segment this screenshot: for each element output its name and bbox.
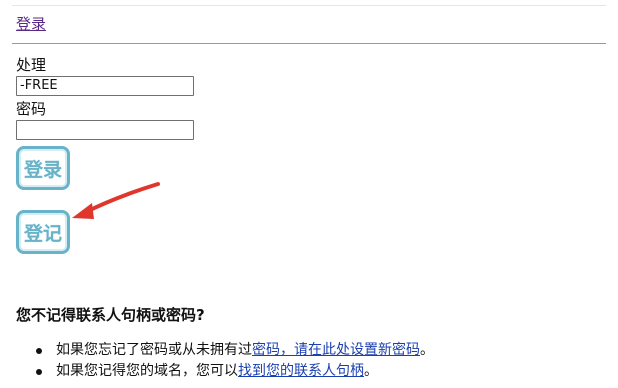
help-text-before: 如果您记得您的域名，您可以 — [56, 363, 238, 379]
password-label: 密码 — [16, 100, 47, 118]
help-text-after: 。 — [420, 342, 434, 358]
arrow-shaft — [84, 182, 160, 214]
help-item-find-handle: 如果您记得您的域名，您可以找到您的联系人句柄。 — [16, 361, 434, 382]
register-button-label: 登记 — [23, 222, 62, 245]
help-item-reset-password: 如果您忘记了密码或从未拥有过密码，请在此处设置新密码。 — [16, 340, 434, 361]
help-text-after: 。 — [364, 363, 378, 379]
handle-input[interactable] — [16, 76, 194, 96]
password-input[interactable] — [16, 120, 194, 140]
top-divider — [12, 5, 606, 6]
handle-label: 处理 — [16, 56, 47, 74]
arrow-head — [72, 203, 94, 219]
bullet — [36, 369, 42, 375]
reset-password-link[interactable]: 密码，请在此处设置新密码 — [252, 342, 420, 358]
help-list: 如果您忘记了密码或从未拥有过密码，请在此处设置新密码。 如果您记得您的域名，您可… — [16, 340, 434, 382]
red-arrow-annotation — [72, 182, 160, 219]
help-text-before: 如果您忘记了密码或从未拥有过 — [56, 342, 252, 358]
login-button[interactable]: 登录 — [16, 146, 70, 190]
help-heading: 您不记得联系人句柄或密码? — [16, 306, 205, 324]
find-handle-link[interactable]: 找到您的联系人句柄 — [238, 363, 364, 379]
login-button-label: 登录 — [23, 158, 62, 181]
login-link[interactable]: 登录 — [16, 14, 46, 34]
header-divider — [12, 43, 606, 44]
register-button[interactable]: 登记 — [16, 210, 70, 254]
bullet — [36, 348, 42, 354]
